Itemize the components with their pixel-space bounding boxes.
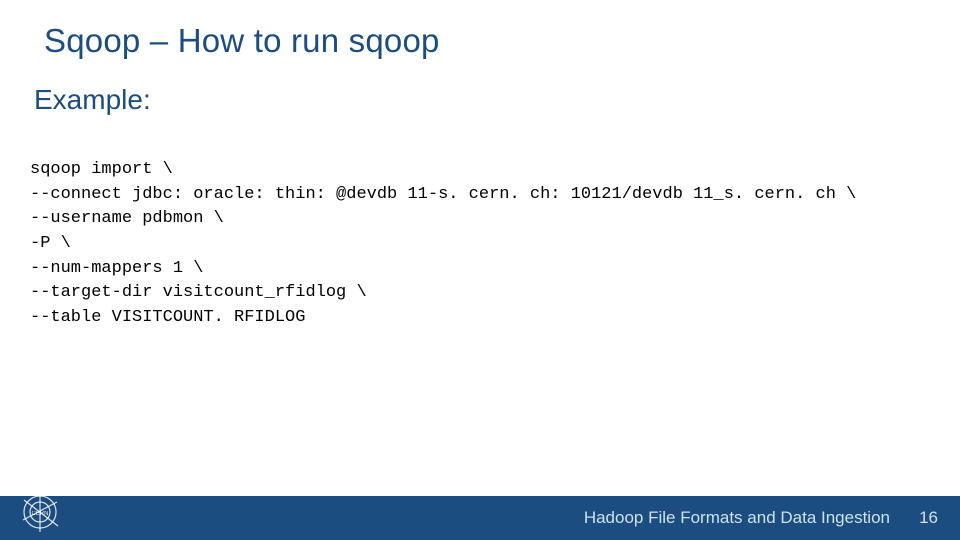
code-line: -P \ — [30, 234, 71, 253]
slide-title: Sqoop – How to run sqoop — [44, 22, 440, 60]
footer-title: Hadoop File Formats and Data Ingestion — [584, 496, 890, 540]
code-line: --num-mappers 1 \ — [30, 259, 203, 278]
code-line: --username pdbmon \ — [30, 209, 224, 228]
cern-logo-icon: CERN — [18, 490, 62, 534]
slide: Sqoop – How to run sqoop Example: sqoop … — [0, 0, 960, 540]
code-block: sqoop import \ --connect jdbc: oracle: t… — [30, 158, 856, 330]
example-label: Example: — [34, 84, 151, 116]
code-line: --target-dir visitcount_rfidlog \ — [30, 283, 367, 302]
code-line: --connect jdbc: oracle: thin: @devdb 11-… — [30, 185, 856, 204]
code-line: --table VISITCOUNT. RFIDLOG — [30, 308, 305, 327]
page-number: 16 — [919, 496, 938, 540]
code-line: sqoop import \ — [30, 160, 173, 179]
svg-text:CERN: CERN — [31, 511, 48, 517]
